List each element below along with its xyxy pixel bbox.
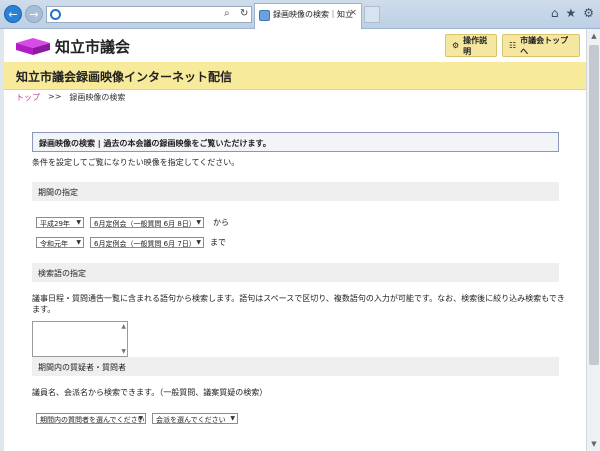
close-tab-icon[interactable]: × (349, 8, 357, 18)
new-tab-button[interactable] (364, 6, 380, 23)
site-header: 知立市議会 ⚙ 操作説明 ☷ 市議会トップへ (4, 29, 586, 62)
gear-icon: ⚙ (452, 41, 460, 50)
address-bar[interactable]: ⌕ ↻ (46, 6, 252, 23)
search-icon[interactable]: ⌕ (224, 8, 230, 19)
from-label: から (213, 218, 229, 227)
search-intro: 条件を設定してご覧になりたい映像を指定してください。 (32, 158, 240, 167)
page-favicon-icon (259, 10, 270, 21)
forward-arrow-icon: → (29, 7, 39, 21)
speaker-section-title: 期間内の質疑者・質問者 (32, 357, 559, 376)
refresh-icon[interactable]: ↻ (240, 8, 248, 19)
home-icon[interactable]: ⌂ (551, 6, 559, 20)
scroll-down-arrow-icon[interactable]: ▼ (587, 437, 600, 451)
back-button[interactable]: ← (4, 5, 22, 23)
ie-icon (50, 9, 61, 20)
to-session-select[interactable]: 6月定例会（一般質問 6月 7日） (90, 237, 204, 248)
tab-active[interactable]: 録画映像の検索｜知立市議... × (254, 3, 362, 29)
building-icon: ☷ (509, 41, 517, 50)
scroll-thumb[interactable] (589, 45, 599, 365)
gear-icon[interactable]: ⚙ (583, 6, 594, 20)
to-label: まで (210, 238, 226, 247)
browser-icons: ⌂ ★ ⚙ (551, 6, 594, 20)
council-top-button[interactable]: ☷ 市議会トップへ (502, 34, 580, 57)
period-section-title: 期間の指定 (32, 182, 559, 201)
member-select[interactable]: 期間内の質問者を選んでください (36, 413, 146, 424)
guide-button[interactable]: ⚙ 操作説明 (445, 34, 497, 57)
guide-button-label: 操作説明 (463, 35, 488, 56)
council-logo-icon (16, 38, 50, 55)
title-banner: 知立市議会録画映像インターネット配信 (4, 62, 586, 90)
star-icon[interactable]: ★ (565, 6, 576, 20)
breadcrumb-home[interactable]: トップ (16, 92, 40, 103)
speaker-description: 議員名、会派名から検索できます。（一般質問、議案質疑の検索） (32, 388, 268, 397)
browser-toolbar: ← → ⌕ ↻ 録画映像の検索｜知立市議... × ⌂ ★ ⚙ (0, 0, 600, 29)
page-scrollbar[interactable]: ▲ ▼ (586, 29, 600, 451)
site-name[interactable]: 知立市議会 (55, 36, 130, 57)
tab-title: 録画映像の検索｜知立市議... (273, 10, 353, 19)
page-viewport: 知立市議会 ⚙ 操作説明 ☷ 市議会トップへ 知立市議会録画映像インターネット配… (4, 29, 586, 451)
search-heading: 録画映像の検索 | 過去の本会議の録画映像をご覧いただけます。 (32, 132, 559, 152)
breadcrumb: トップ >> 録画映像の検索 (16, 92, 125, 103)
forward-button[interactable]: → (25, 5, 43, 23)
faction-select[interactable]: 会派を選んでください (152, 413, 238, 424)
breadcrumb-separator: >> (48, 92, 62, 101)
banner-title: 知立市議会録画映像インターネット配信 (16, 70, 233, 84)
scroll-down-icon[interactable]: ▼ (121, 348, 126, 355)
from-session-select[interactable]: 6月定例会（一般質問 6月 8日） (90, 217, 204, 228)
from-era-select[interactable]: 平成29年 (36, 217, 84, 228)
keyword-description: 議事日程・質問通告一覧に含まれる語句から検索します。語句はスペースで区切り、複数… (32, 294, 565, 314)
keyword-section-title: 検索語の指定 (32, 263, 559, 282)
to-era-select[interactable]: 令和元年 (36, 237, 84, 248)
scroll-up-arrow-icon[interactable]: ▲ (587, 29, 600, 43)
keyword-textarea[interactable]: ▲ ▼ (32, 321, 128, 357)
back-arrow-icon: ← (8, 7, 18, 21)
council-top-label: 市議会トップへ (520, 35, 569, 56)
breadcrumb-current: 録画映像の検索 (69, 93, 126, 102)
scroll-up-icon[interactable]: ▲ (121, 323, 126, 330)
